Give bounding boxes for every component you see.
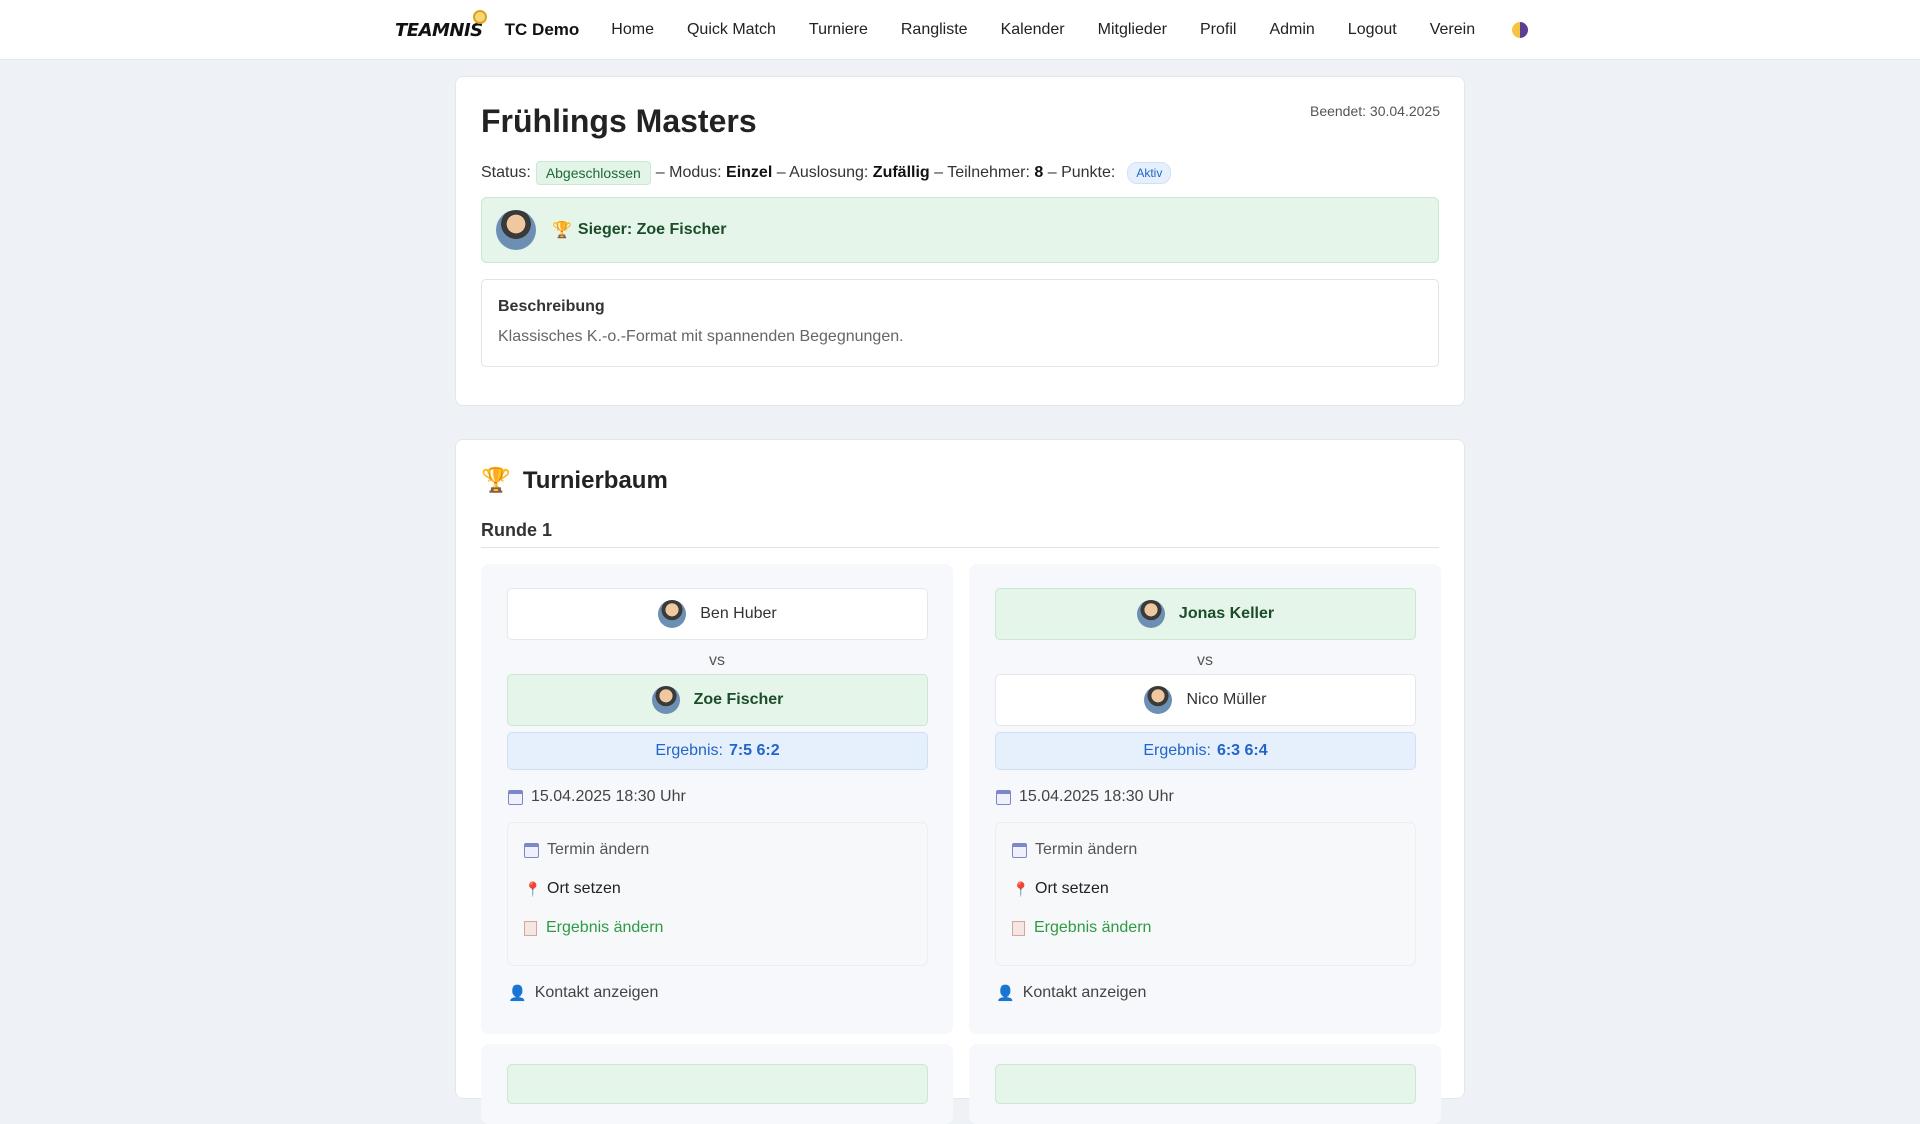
vs-label: vs <box>1197 652 1213 669</box>
edit-icon <box>524 920 537 936</box>
calendar-icon <box>508 789 523 805</box>
teamnis-logo[interactable]: TEAMNIS <box>395 9 487 41</box>
winner-banner: 🏆 Sieger: Zoe Fischer <box>481 197 1439 263</box>
set-location-action[interactable]: 📍 Ort setzen <box>1012 880 1109 898</box>
avatar <box>1136 600 1165 628</box>
contact-label: Kontakt anzeigen <box>1022 984 1147 1001</box>
description-title: Beschreibung <box>498 298 605 315</box>
mode-label: – Modus: <box>655 164 722 181</box>
vs-label: vs <box>709 652 725 669</box>
tennis-ball-icon <box>472 9 487 24</box>
nav-mitglieder[interactable]: Mitglieder <box>1098 21 1167 39</box>
person-icon: 👤 <box>996 985 1015 1002</box>
result-label: Ergebnis: <box>1143 742 1211 759</box>
player-name: Ben Huber <box>700 605 777 622</box>
action-label: Termin ändern <box>1035 841 1138 858</box>
player-name: Nico Müller <box>1186 691 1267 708</box>
calendar-icon <box>1012 842 1027 858</box>
avatar <box>651 686 680 714</box>
winner-avatar <box>496 210 536 250</box>
ended-date: Beendet: 30.04.2025 <box>1309 103 1440 119</box>
action-label: Termin ändern <box>547 841 650 858</box>
points-label: – Punkte: <box>1047 164 1116 181</box>
pin-icon: 📍 <box>1012 880 1030 897</box>
round-title: Runde 1 <box>481 520 1439 548</box>
set-location-action[interactable]: 📍 Ort setzen <box>524 880 621 898</box>
match-date-text: 15.04.2025 18:30 Uhr <box>531 788 686 805</box>
result-score: 6:3 6:4 <box>1216 742 1268 759</box>
player-slot-winner <box>995 1064 1416 1104</box>
edit-result-action[interactable]: Ergebnis ändern <box>1012 919 1151 937</box>
nav-quick-match[interactable]: Quick Match <box>687 21 776 39</box>
mode-value: Einzel <box>726 164 773 181</box>
tournament-info-card: Frühlings Masters Beendet: 30.04.2025 St… <box>455 76 1465 406</box>
player-name: Jonas Keller <box>1178 605 1275 622</box>
person-icon: 👤 <box>508 985 527 1002</box>
match-date-text: 15.04.2025 18:30 Uhr <box>1019 788 1174 805</box>
match-actions: Termin ändern 📍 Ort setzen Ergebnis ände… <box>995 822 1416 966</box>
bracket-title-text: Turnierbaum <box>522 466 668 494</box>
action-label: Ort setzen <box>547 880 621 897</box>
show-contact-link[interactable]: 👤 Kontakt anzeigen <box>996 984 1146 1002</box>
player-slot-winner: Jonas Keller <box>995 588 1416 640</box>
tournament-meta: Status: Abgeschlossen – Modus: Einzel – … <box>481 161 1172 185</box>
player-slot: Nico Müller <box>995 674 1416 726</box>
trophy-icon: 🏆 <box>552 222 572 239</box>
pin-icon: 📍 <box>524 880 542 897</box>
match-card <box>969 1044 1441 1124</box>
trophy-icon: 🏆 <box>481 467 511 494</box>
result-box: Ergebnis: 7:5 6:2 <box>507 732 928 770</box>
change-date-action[interactable]: Termin ändern <box>1012 841 1137 859</box>
match-date: 15.04.2025 18:30 Uhr <box>508 788 686 806</box>
participants-value: 8 <box>1034 164 1044 181</box>
description-text: Klassisches K.-o.-Format mit spannenden … <box>498 328 904 345</box>
result-box: Ergebnis: 6:3 6:4 <box>995 732 1416 770</box>
nav-home[interactable]: Home <box>611 21 654 39</box>
page-title: Frühlings Masters <box>481 103 757 139</box>
player-slot-winner <box>507 1064 928 1104</box>
status-badge: Abgeschlossen <box>535 161 651 185</box>
action-label: Ort setzen <box>1035 880 1109 897</box>
avatar <box>1144 686 1173 714</box>
calendar-icon <box>996 789 1011 805</box>
action-label: Ergebnis ändern <box>546 919 664 936</box>
edit-icon <box>1012 920 1025 936</box>
bracket-title: 🏆 Turnierbaum <box>481 466 668 495</box>
points-badge: Aktiv <box>1127 162 1172 184</box>
description-box: Beschreibung Klassisches K.-o.-Format mi… <box>481 279 1439 367</box>
result-label: Ergebnis: <box>655 742 723 759</box>
match-card: Jonas Keller vs Nico Müller Ergebnis: 6:… <box>969 564 1441 1034</box>
nav-admin[interactable]: Admin <box>1269 21 1314 39</box>
calendar-icon <box>524 842 539 858</box>
match-date: 15.04.2025 18:30 Uhr <box>996 788 1174 806</box>
result-score: 7:5 6:2 <box>728 742 780 759</box>
player-slot: Ben Huber <box>507 588 928 640</box>
participants-label: – Teilnehmer: <box>934 164 1030 181</box>
match-card: Ben Huber vs Zoe Fischer Ergebnis: 7:5 6… <box>481 564 953 1034</box>
change-date-action[interactable]: Termin ändern <box>524 841 649 859</box>
club-brand[interactable]: TC Demo <box>505 20 580 40</box>
match-card <box>481 1044 953 1124</box>
bracket-card: 🏆 Turnierbaum Runde 1 Ben Huber vs Zoe F… <box>455 439 1465 1124</box>
theme-toggle-icon[interactable] <box>1512 22 1529 38</box>
avatar <box>658 600 687 628</box>
top-navbar: TEAMNIS TC Demo Home Quick Match Turnier… <box>0 0 1920 60</box>
nav-logout[interactable]: Logout <box>1348 21 1397 39</box>
player-name: Zoe Fischer <box>693 691 784 708</box>
contact-label: Kontakt anzeigen <box>534 984 659 1001</box>
match-actions: Termin ändern 📍 Ort setzen Ergebnis ände… <box>507 822 928 966</box>
player-slot-winner: Zoe Fischer <box>507 674 928 726</box>
nav-verein[interactable]: Verein <box>1430 21 1475 39</box>
nav-kalender[interactable]: Kalender <box>1001 21 1065 39</box>
draw-value: Zufällig <box>872 164 930 181</box>
show-contact-link[interactable]: 👤 Kontakt anzeigen <box>508 984 658 1002</box>
nav-profil[interactable]: Profil <box>1200 21 1236 39</box>
action-label: Ergebnis ändern <box>1034 919 1152 936</box>
winner-text: Sieger: Zoe Fischer <box>577 221 727 238</box>
nav-rangliste[interactable]: Rangliste <box>901 21 968 39</box>
nav-turniere[interactable]: Turniere <box>809 21 868 39</box>
status-label: Status: <box>481 164 531 181</box>
draw-label: – Auslosung: <box>776 164 869 181</box>
edit-result-action[interactable]: Ergebnis ändern <box>524 919 663 937</box>
